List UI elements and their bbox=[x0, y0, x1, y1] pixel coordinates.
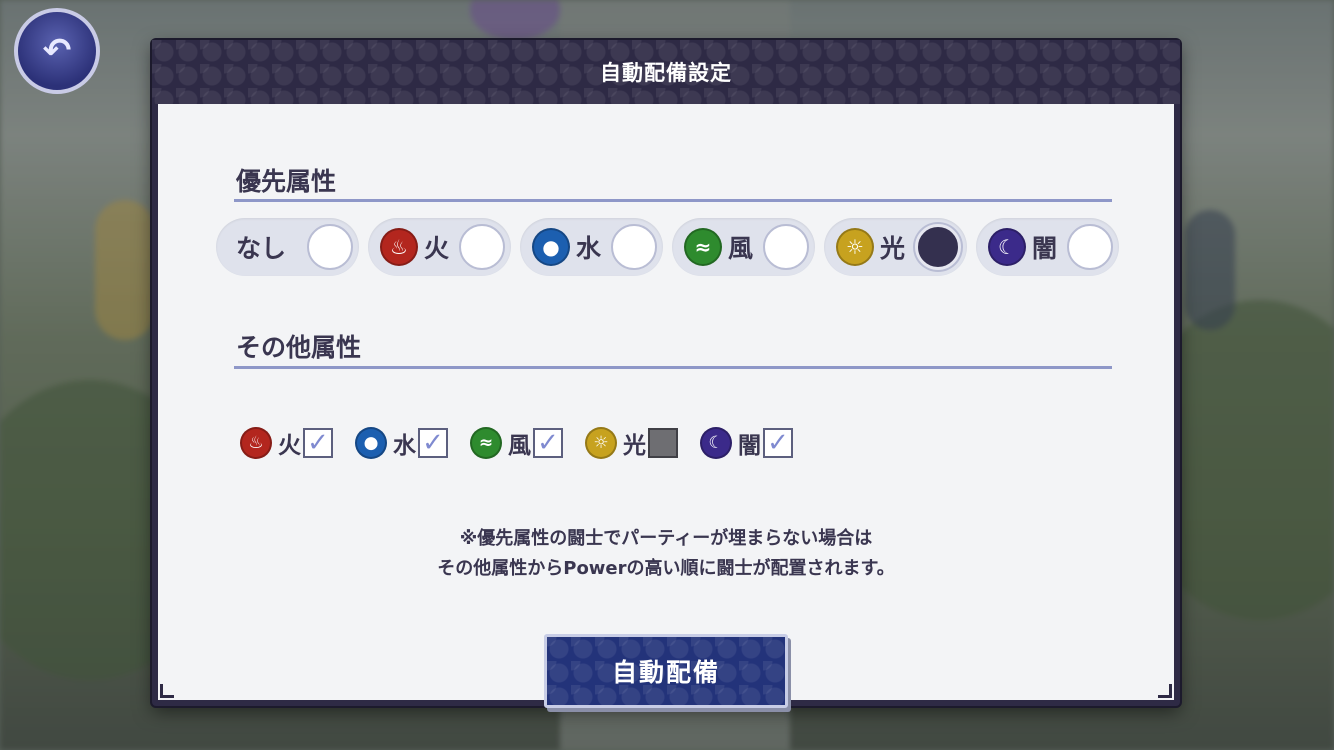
priority-option-label: 水 bbox=[576, 234, 602, 263]
other-option-light[interactable]: ☼ 光 bbox=[585, 426, 678, 460]
dialog-header: 自動配備設定 bbox=[152, 40, 1180, 104]
priority-option-label: 火 bbox=[424, 234, 450, 263]
other-option-fire[interactable]: ♨ 火 ✓ bbox=[240, 426, 333, 460]
other-option-wind[interactable]: ≈ 風 ✓ bbox=[470, 426, 563, 460]
sun-icon: ☼ bbox=[836, 228, 874, 266]
dialog-title: 自動配備設定 bbox=[600, 61, 732, 85]
priority-radio[interactable] bbox=[1067, 224, 1113, 270]
priority-option-label: 光 bbox=[880, 234, 906, 263]
priority-option-label: 闇 bbox=[1032, 234, 1058, 263]
back-button[interactable]: ↶ bbox=[14, 8, 100, 94]
other-option-label: 風 bbox=[508, 433, 531, 459]
priority-radio[interactable] bbox=[763, 224, 809, 270]
moon-icon: ☾ bbox=[988, 228, 1026, 266]
other-option-label: 水 bbox=[393, 433, 416, 459]
other-option-water[interactable]: ● 水 ✓ bbox=[355, 426, 448, 460]
back-arrow-icon: ↶ bbox=[42, 31, 72, 71]
priority-radio[interactable] bbox=[307, 224, 353, 270]
other-option-label: 火 bbox=[278, 433, 301, 459]
other-attribute-options: ♨ 火 ✓ ● 水 ✓ ≈ 風 ✓ ☼ 光 ☾ 闇 ✓ bbox=[240, 426, 815, 460]
other-divider bbox=[234, 366, 1112, 369]
priority-option-water[interactable]: ● 水 bbox=[520, 218, 663, 276]
fallback-note: ※優先属性の闘士でパーティーが埋まらない場合は その他属性からPowerの高い順… bbox=[158, 524, 1174, 584]
other-checkbox-checked[interactable]: ✓ bbox=[763, 428, 793, 458]
water-drop-icon: ● bbox=[355, 427, 387, 459]
other-attribute-heading: その他属性 bbox=[236, 333, 362, 362]
auto-deploy-button[interactable]: 自動配備 bbox=[544, 634, 788, 708]
other-checkbox-checked[interactable]: ✓ bbox=[533, 428, 563, 458]
fallback-note-line: その他属性からPowerの高い順に闘士が配置されます。 bbox=[437, 558, 895, 579]
other-option-dark[interactable]: ☾ 闇 ✓ bbox=[700, 426, 793, 460]
other-option-label: 光 bbox=[623, 433, 646, 459]
fire-icon: ♨ bbox=[240, 427, 272, 459]
dialog-body: 優先属性 なし ♨ 火 ● 水 ≈ 風 ☼ 光 ☾ 闇 その他属性 ♨ 火 ✓ … bbox=[158, 104, 1174, 708]
wind-icon: ≈ bbox=[684, 228, 722, 266]
priority-option-wind[interactable]: ≈ 風 bbox=[672, 218, 815, 276]
sun-icon: ☼ bbox=[585, 427, 617, 459]
priority-option-label: 風 bbox=[728, 234, 754, 263]
other-checkbox-disabled[interactable] bbox=[648, 428, 678, 458]
priority-divider bbox=[234, 199, 1112, 202]
wind-icon: ≈ bbox=[470, 427, 502, 459]
corner-ornament bbox=[160, 684, 174, 698]
priority-options: なし ♨ 火 ● 水 ≈ 風 ☼ 光 ☾ 闇 bbox=[216, 218, 1119, 276]
priority-attribute-heading: 優先属性 bbox=[236, 167, 337, 196]
moon-icon: ☾ bbox=[700, 427, 732, 459]
priority-option-none[interactable]: なし bbox=[216, 218, 359, 276]
fallback-note-line: ※優先属性の闘士でパーティーが埋まらない場合は bbox=[459, 528, 873, 549]
priority-option-label: なし bbox=[236, 234, 287, 263]
auto-deploy-settings-dialog: 自動配備設定 優先属性 なし ♨ 火 ● 水 ≈ 風 ☼ 光 ☾ 闇 その他属性… bbox=[152, 40, 1180, 708]
priority-option-light[interactable]: ☼ 光 bbox=[824, 218, 967, 276]
other-checkbox-checked[interactable]: ✓ bbox=[303, 428, 333, 458]
corner-ornament bbox=[1158, 684, 1172, 698]
water-drop-icon: ● bbox=[532, 228, 570, 266]
priority-option-fire[interactable]: ♨ 火 bbox=[368, 218, 511, 276]
other-checkbox-checked[interactable]: ✓ bbox=[418, 428, 448, 458]
priority-option-dark[interactable]: ☾ 闇 bbox=[976, 218, 1119, 276]
priority-radio-selected[interactable] bbox=[915, 224, 961, 270]
fire-icon: ♨ bbox=[380, 228, 418, 266]
priority-radio[interactable] bbox=[611, 224, 657, 270]
priority-radio[interactable] bbox=[459, 224, 505, 270]
other-option-label: 闇 bbox=[738, 433, 761, 459]
